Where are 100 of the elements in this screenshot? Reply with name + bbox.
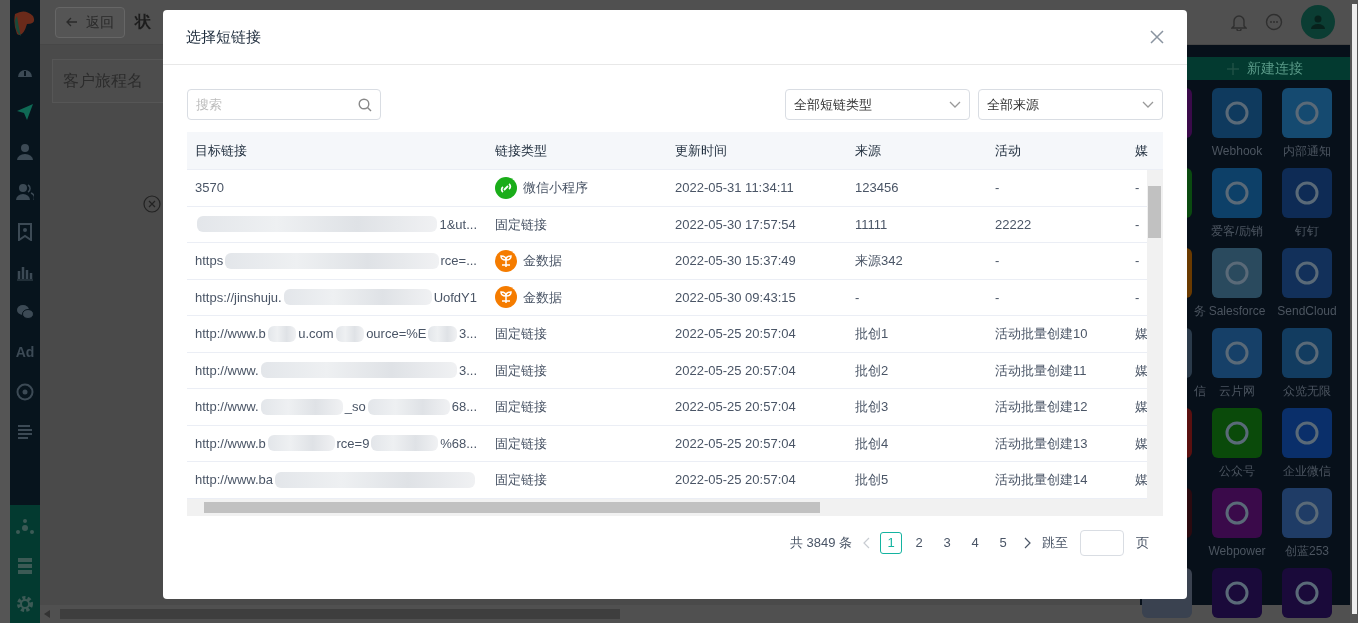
table-cell-text: 3...: [458, 325, 477, 343]
vertical-scrollbar[interactable]: [1147, 170, 1163, 499]
ad-label[interactable]: Ad: [15, 341, 35, 363]
dialog-title: 选择短链接: [186, 26, 261, 47]
table-cell-text: 2022-05-25 20:57:04: [674, 361, 797, 380]
user-icon: [1311, 15, 1325, 29]
scroll-left-icon[interactable]: [44, 610, 50, 618]
table-cell-text: 媒: [1134, 434, 1149, 453]
chat-bubbles-icon[interactable]: [16, 303, 34, 321]
table-cell-text: rce=9: [336, 434, 370, 453]
server-icon[interactable]: [16, 557, 34, 575]
table-cell-text: https://jinshuju.: [195, 288, 282, 307]
target-icon[interactable]: [16, 383, 34, 401]
table-cell-text: 批创5: [854, 471, 890, 489]
table-cell-text: 活动批量创建13: [994, 434, 1089, 453]
users-icon[interactable]: [16, 183, 34, 201]
bookmark-icon[interactable]: [16, 223, 34, 241]
list-icon[interactable]: [16, 423, 34, 441]
table-cell-text: 固定链接: [495, 325, 547, 343]
page-button[interactable]: 4: [964, 532, 986, 554]
column-header: 目标链接: [194, 141, 248, 160]
column-header: 来源: [854, 141, 882, 160]
table-cell-text: -: [1134, 179, 1141, 197]
table-cell-text: -: [854, 288, 861, 307]
user-icon[interactable]: [16, 143, 34, 161]
page-button[interactable]: 5: [992, 532, 1014, 554]
close-button[interactable]: [1150, 30, 1164, 44]
tile-label: SendCloud: [1277, 303, 1337, 320]
filter-dropdown[interactable]: 全部来源: [978, 89, 1163, 120]
column-header: 媒: [1134, 141, 1149, 160]
redaction-blur: [267, 435, 335, 452]
tile-label: 钉钉: [1295, 223, 1319, 240]
table-cell-text: 固定链接: [495, 398, 547, 416]
table-cell-text: 22222: [994, 215, 1033, 234]
table-cell-text: 68...: [451, 398, 477, 416]
table-cell-text: ource=%E: [366, 325, 427, 343]
total-count: 共 3849 条: [789, 534, 852, 553]
table-cell-text: 1&ut...: [439, 215, 477, 234]
table-cell-text: 2022-05-25 20:57:04: [674, 398, 797, 416]
table-cell-text: 活动批量创建11: [994, 361, 1088, 380]
table-cell-text: -: [994, 179, 1001, 197]
table-cell-text: http://www.b: [195, 434, 266, 453]
tile-label: 爱客/励销: [1211, 223, 1263, 240]
table-cell-text: 2022-05-25 20:57:04: [674, 471, 797, 489]
close-circle-icon[interactable]: [143, 195, 161, 213]
table-cell-text: 媒: [1134, 325, 1149, 343]
sprout-circle-icon: [495, 286, 517, 309]
table-cell-text: 批创4: [854, 434, 890, 453]
horizontal-scrollbar[interactable]: [187, 499, 1163, 516]
table-cell-text: 2022-05-30 17:57:54: [674, 215, 797, 234]
chat-icon[interactable]: [1265, 13, 1283, 31]
filter-dropdown[interactable]: 全部短链类型: [785, 89, 970, 120]
table-cell-text: 活动批量创建10: [994, 325, 1089, 343]
sprout-circle-icon: [495, 249, 517, 272]
table-cell-text: u.com: [298, 325, 334, 343]
table-cell-text: 活动批量创建14: [994, 471, 1089, 489]
tile-label: 内部通知: [1283, 143, 1331, 160]
table-cell-text: 批创1: [854, 325, 890, 343]
avatar[interactable]: [1301, 5, 1335, 39]
table-cell-text: 微信小程序: [523, 179, 588, 197]
integration-tile[interactable]: [1282, 568, 1332, 618]
settings-icon[interactable]: [16, 595, 34, 613]
link-circle-icon: [495, 176, 517, 199]
page-button[interactable]: 2: [908, 532, 930, 554]
table-cell-text: 123456: [854, 179, 900, 197]
table-cell-text: 2022-05-30 09:43:15: [674, 288, 797, 307]
table-cell-text: 固定链接: [495, 361, 547, 380]
redaction-blur: [335, 325, 365, 342]
close-icon: [1150, 30, 1164, 44]
table-cell-text: 2022-05-25 20:57:04: [674, 325, 797, 343]
redaction-blur: [371, 435, 439, 452]
column-header: 活动: [994, 141, 1022, 160]
send-icon[interactable]: [16, 103, 34, 121]
table-cell-text: 固定链接: [495, 471, 547, 489]
tile-label: 信: [1194, 383, 1206, 400]
scrollbar-thumb[interactable]: [204, 502, 820, 513]
bell-icon[interactable]: [1231, 13, 1247, 31]
page-input[interactable]: [1080, 530, 1124, 556]
table-cell-text: -: [994, 252, 1001, 270]
column-header: 更新时间: [674, 141, 728, 160]
integration-tile[interactable]: [1212, 568, 1262, 618]
table-cell-text: 媒: [1134, 361, 1149, 380]
scrollbar-thumb[interactable]: [1352, 4, 1357, 614]
tile-label: 创蓝253: [1285, 543, 1329, 560]
table-cell-text: 2022-05-25 20:57:04: [674, 434, 797, 453]
search-field[interactable]: 搜索: [187, 89, 381, 120]
table-cell-text: 来源342: [854, 252, 904, 270]
scrollbar-thumb[interactable]: [1148, 186, 1161, 238]
tile-label: 公众号: [1219, 463, 1255, 480]
tile-label: 企业微信: [1283, 463, 1331, 480]
table-cell-text: 固定链接: [495, 215, 547, 234]
table-cell-text: -: [994, 288, 1001, 307]
chevron-right-icon[interactable]: [1024, 537, 1032, 549]
tile-label: 云片网: [1219, 383, 1255, 400]
page-button[interactable]: 1: [880, 532, 902, 554]
redaction-blur: [267, 325, 297, 342]
tile-label: Webhook: [1211, 143, 1263, 160]
page-button[interactable]: 3: [936, 532, 958, 554]
tile-label: Webpower: [1208, 543, 1266, 560]
network-icon[interactable]: [16, 519, 34, 537]
